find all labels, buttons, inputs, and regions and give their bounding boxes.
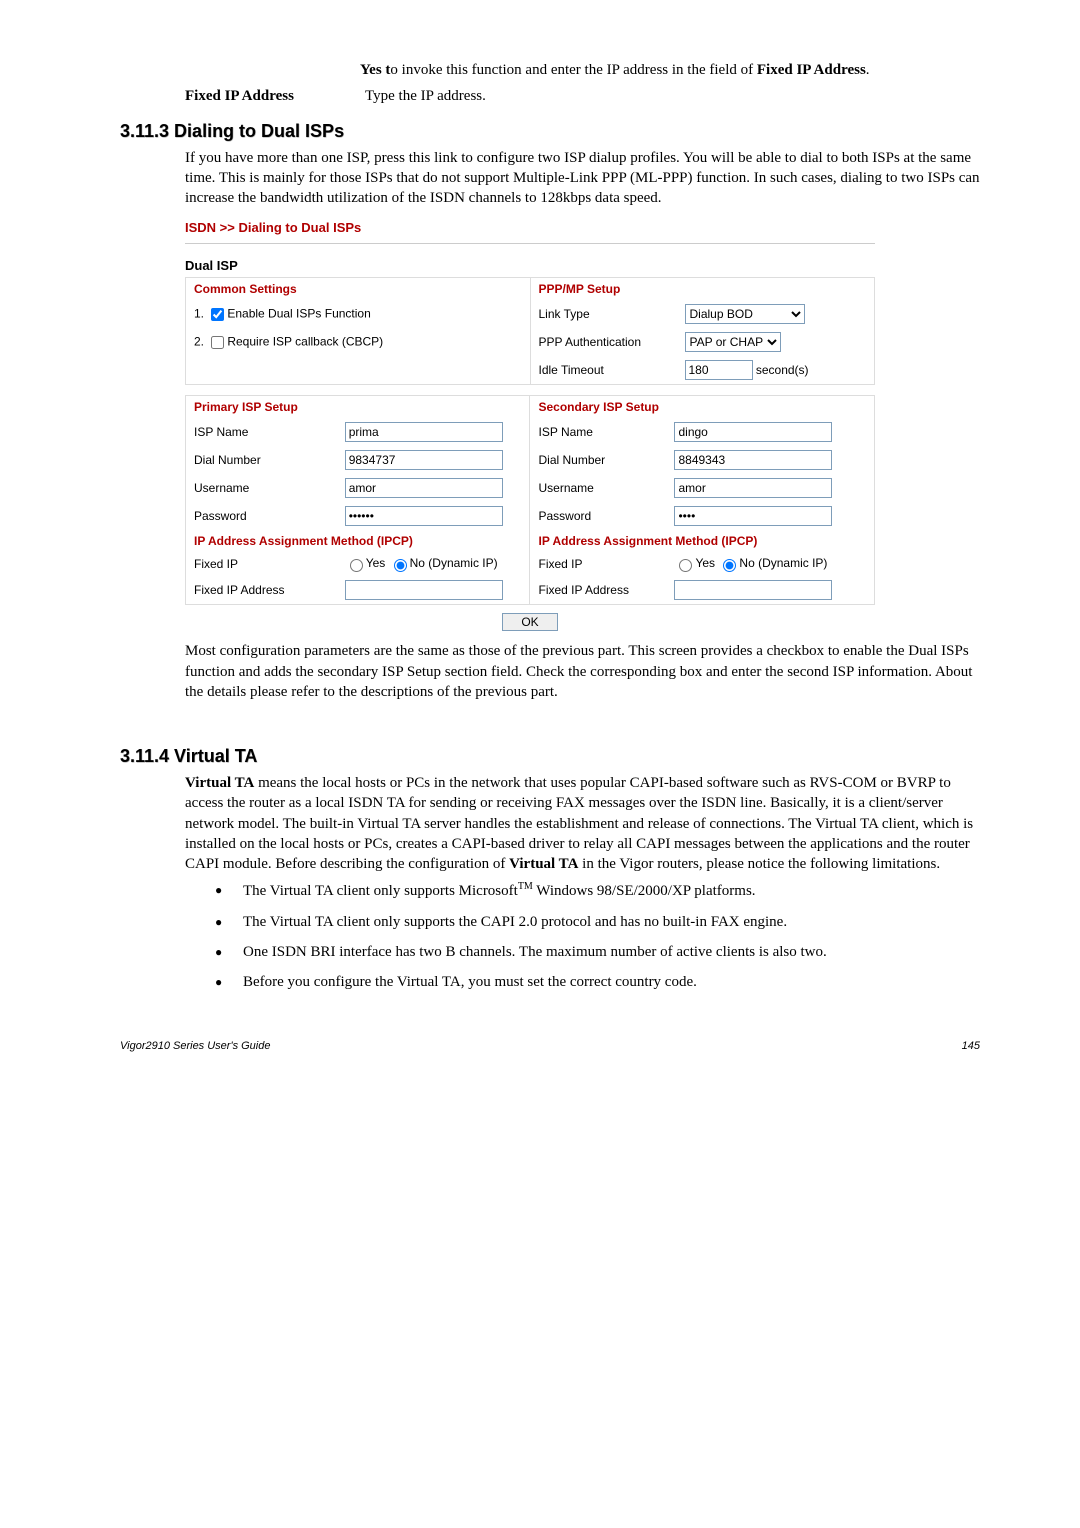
s-pass-label: Password <box>530 502 667 530</box>
dual-isp-panel: ISDN >> Dialing to Dual ISPs Dual ISP Co… <box>185 220 875 631</box>
p-dial-label: Dial Number <box>186 446 337 474</box>
list-item: The Virtual TA client only supports the … <box>215 912 980 932</box>
s-isp-name-label: ISP Name <box>530 418 667 446</box>
primary-setup-head: Primary ISP Setup <box>186 396 530 419</box>
s-fixed-ip-label: Fixed IP <box>530 552 667 576</box>
require-cbcp-checkbox[interactable] <box>211 336 224 349</box>
p-fixed-ip-label: Fixed IP <box>186 552 337 576</box>
secondary-setup-head: Secondary ISP Setup <box>530 396 875 419</box>
idle-timeout-input[interactable] <box>685 360 753 380</box>
fixed-ip-address-desc: Type the IP address. <box>365 86 980 106</box>
ppp-mp-head: PPP/MP Setup <box>530 278 875 301</box>
p-fixed-ipaddr-input[interactable] <box>345 580 503 600</box>
virtualta-bullets: The Virtual TA client only supports Micr… <box>185 880 980 992</box>
s-fixed-no-radio[interactable] <box>723 559 736 572</box>
s-ipcp-head: IP Address Assignment Method (IPCP) <box>530 530 875 552</box>
s-fixed-ipaddr-label: Fixed IP Address <box>530 576 667 605</box>
link-type-select[interactable]: Dialup BOD <box>685 304 805 324</box>
list-item: One ISDN BRI interface has two B channel… <box>215 942 980 962</box>
s-dial-label: Dial Number <box>530 446 667 474</box>
yes-line: o invoke this function and enter the IP … <box>390 62 756 78</box>
footer-left: Vigor2910 Series User's Guide <box>120 1040 270 1052</box>
enable-dual-checkbox[interactable] <box>211 308 224 321</box>
p-ipcp-head: IP Address Assignment Method (IPCP) <box>186 530 530 552</box>
common-settings-head: Common Settings <box>186 278 531 301</box>
dual-isp-title: Dual ISP <box>185 258 875 273</box>
s-fixed-yes-radio[interactable] <box>679 559 692 572</box>
link-type-label: Link Type <box>530 300 677 328</box>
p-isp-name-input[interactable] <box>345 422 503 442</box>
list-item: The Virtual TA client only supports Micr… <box>215 880 980 901</box>
fixed-ip-address-label: Fixed IP Address <box>185 86 365 106</box>
dialing-para2: Most configuration parameters are the sa… <box>185 641 980 702</box>
list-item: Before you configure the Virtual TA, you… <box>215 972 980 992</box>
p-pass-input[interactable] <box>345 506 503 526</box>
s-dial-input[interactable] <box>674 450 832 470</box>
p-user-label: Username <box>186 474 337 502</box>
require-cbcp-label: Require ISP callback (CBCP) <box>227 334 383 348</box>
ppp-auth-label: PPP Authentication <box>530 328 677 356</box>
virtualta-para: Virtual TA means the local hosts or PCs … <box>185 773 980 874</box>
idle-timeout-label: Idle Timeout <box>530 356 677 385</box>
fixed-ip-bold: Fixed IP Address <box>757 62 866 78</box>
p-isp-name-label: ISP Name <box>186 418 337 446</box>
p-fixed-ipaddr-label: Fixed IP Address <box>186 576 337 605</box>
section-heading-virtualta: 3.11.4 Virtual TA <box>120 746 980 767</box>
common-ppp-table: Common Settings PPP/MP Setup 1. Enable D… <box>185 277 875 385</box>
s-pass-input[interactable] <box>674 506 832 526</box>
ok-button[interactable]: OK <box>502 613 557 631</box>
footer-page: 145 <box>962 1040 980 1052</box>
p-user-input[interactable] <box>345 478 503 498</box>
seconds-label: second(s) <box>756 363 809 377</box>
ppp-auth-select[interactable]: PAP or CHAP <box>685 332 781 352</box>
s-user-input[interactable] <box>674 478 832 498</box>
p-pass-label: Password <box>186 502 337 530</box>
isp-setup-table: Primary ISP Setup Secondary ISP Setup IS… <box>185 395 875 605</box>
p-fixed-yes-radio[interactable] <box>350 559 363 572</box>
section-heading-dialing: 3.11.3 Dialing to Dual ISPs <box>120 121 980 142</box>
s-isp-name-input[interactable] <box>674 422 832 442</box>
tm-superscript: TM <box>518 881 533 892</box>
p-fixed-no-radio[interactable] <box>394 559 407 572</box>
enable-dual-label: Enable Dual ISPs Function <box>227 306 370 320</box>
breadcrumb: ISDN >> Dialing to Dual ISPs <box>185 220 875 235</box>
s-user-label: Username <box>530 474 667 502</box>
dialing-para1: If you have more than one ISP, press thi… <box>185 148 980 209</box>
p-dial-input[interactable] <box>345 450 503 470</box>
s-fixed-ipaddr-input[interactable] <box>674 580 832 600</box>
